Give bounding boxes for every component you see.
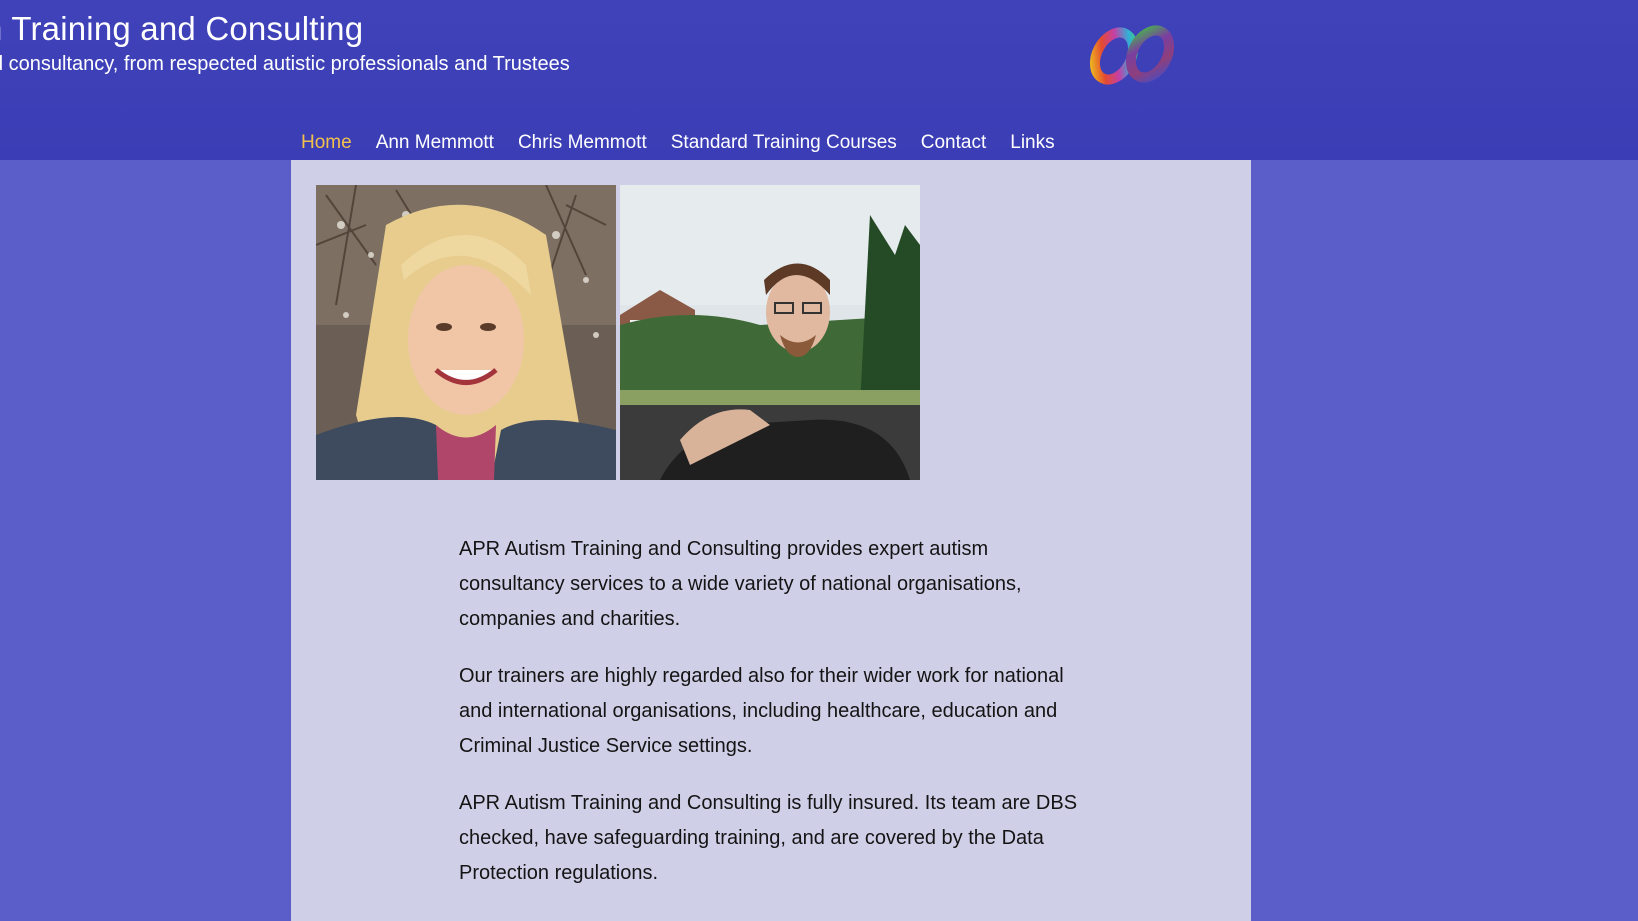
main-nav: Home Ann Memmott Chris Memmott Standard … [301, 130, 1055, 156]
ann-memmott-photo [316, 185, 616, 480]
main-content: APR Autism Training and Consulting provi… [291, 160, 1251, 921]
nav-contact[interactable]: Contact [921, 132, 986, 154]
nav-links[interactable]: Links [1010, 132, 1054, 154]
intro-paragraph-1: APR Autism Training and Consulting provi… [459, 538, 1022, 630]
nav-chris-memmott[interactable]: Chris Memmott [518, 132, 647, 154]
chris-memmott-photo [620, 185, 920, 480]
intro-paragraph-2: Our trainers are highly regarded also fo… [459, 665, 1064, 757]
nav-ann-memmott[interactable]: Ann Memmott [376, 132, 494, 154]
nav-home[interactable]: Home [301, 132, 352, 154]
intro-text: APR Autism Training and Consulting provi… [459, 532, 1099, 913]
site-header: n Training and Consulting d consultancy,… [0, 0, 1638, 160]
site-tagline: d consultancy, from respected autistic p… [0, 53, 570, 75]
rainbow-infinity-logo-icon[interactable] [1084, 24, 1184, 88]
nav-standard-training-courses[interactable]: Standard Training Courses [671, 132, 897, 154]
site-title: n Training and Consulting [0, 10, 364, 47]
intro-paragraph-3: APR Autism Training and Consulting is fu… [459, 792, 1078, 884]
